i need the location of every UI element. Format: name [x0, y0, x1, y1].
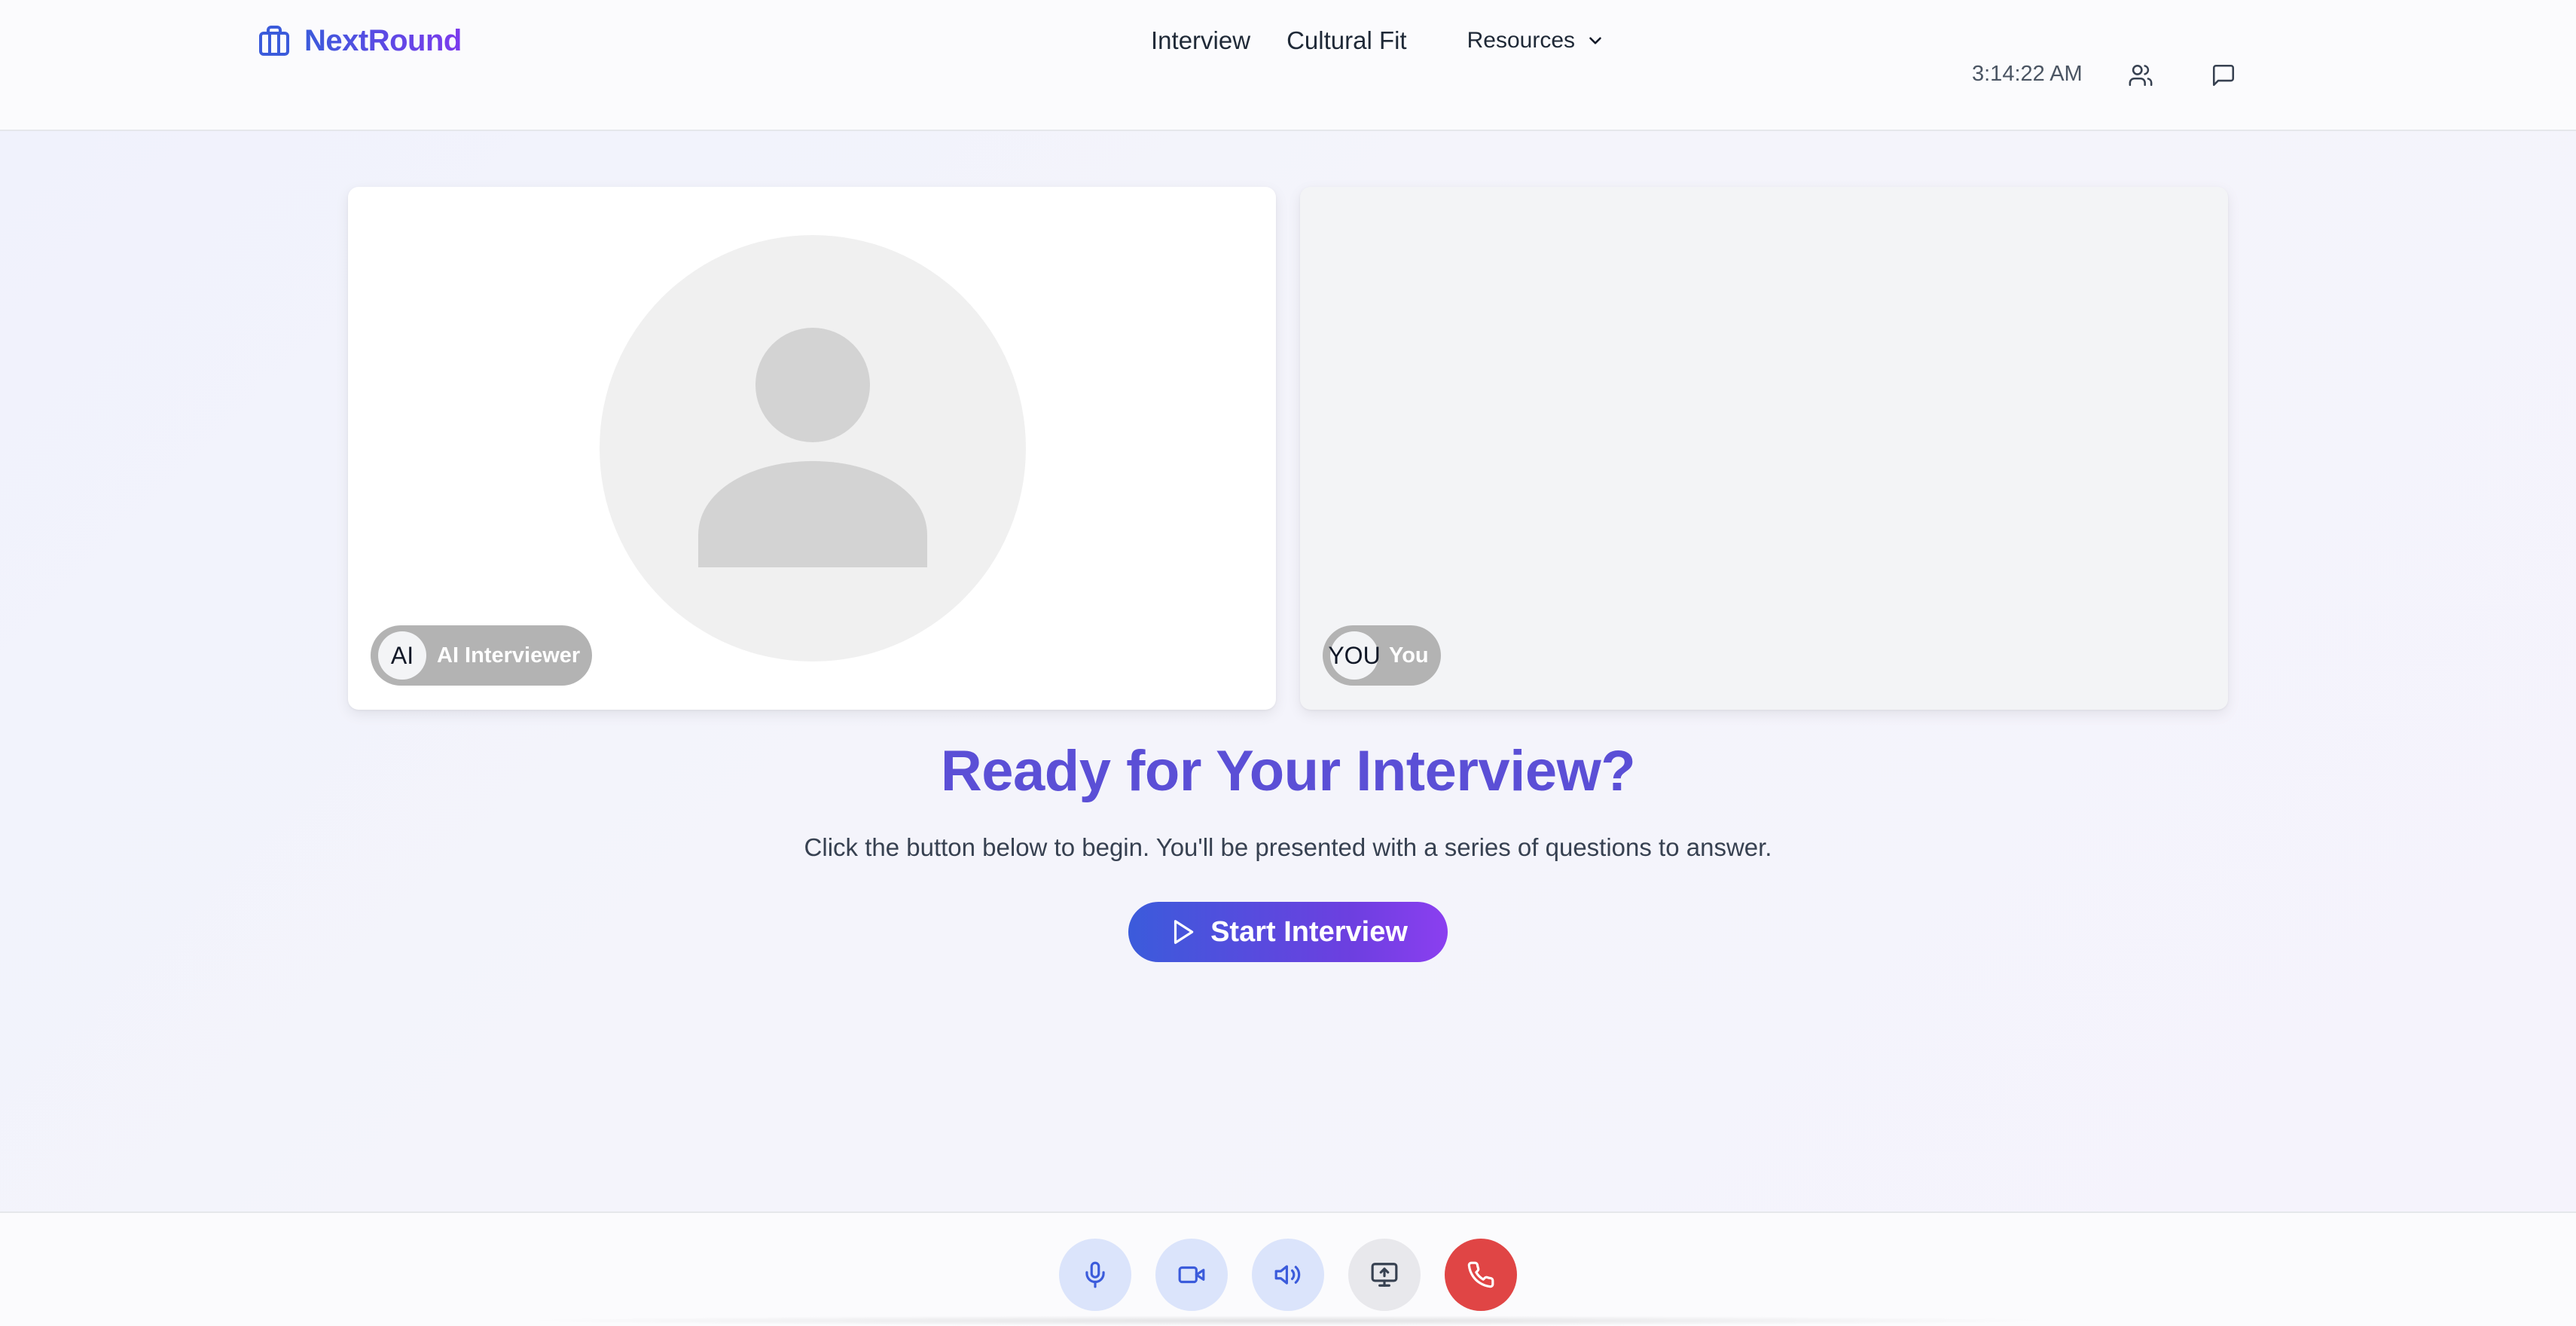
brand-name: NextRound: [304, 23, 462, 57]
user-video-panel: YOU You: [1300, 187, 2228, 710]
message-icon: [2212, 64, 2235, 87]
screen-share-icon: [1371, 1263, 1398, 1287]
main-nav: Interview Cultural Fit Resources: [1151, 23, 1605, 59]
play-icon: [1174, 920, 1194, 944]
top-navbar: NextRound Interview Cultural Fit Resourc…: [0, 0, 2576, 131]
page-title: Ready for Your Interview?: [940, 739, 1636, 803]
users-icon: [2129, 64, 2153, 87]
video-camera-icon: [1178, 1266, 1205, 1284]
phone-end-icon: [1467, 1261, 1494, 1288]
ai-badge: AI: [378, 631, 426, 680]
start-interview-button[interactable]: Start Interview: [1128, 902, 1448, 962]
screen-share-button[interactable]: [1348, 1239, 1421, 1311]
user-name-tag: YOU You: [1323, 625, 1441, 686]
ai-name: AI Interviewer: [437, 643, 581, 668]
speaker-button[interactable]: [1252, 1239, 1324, 1311]
user-badge: YOU: [1328, 631, 1381, 680]
briefcase-icon: [259, 26, 289, 56]
speaker-icon: [1274, 1265, 1301, 1285]
ai-avatar: [600, 235, 1026, 661]
user-name: You: [1389, 643, 1429, 668]
ai-interviewer-video-panel: AI AI Interviewer: [348, 187, 1276, 710]
call-controls-bar: [0, 1211, 2576, 1326]
microphone-button[interactable]: [1059, 1239, 1131, 1311]
chevron-down-icon: [1589, 37, 1601, 44]
participants-button[interactable]: [2126, 60, 2156, 90]
resources-label: Resources: [1467, 28, 1576, 53]
chat-button[interactable]: [2208, 60, 2239, 90]
ai-name-tag: AI AI Interviewer: [371, 625, 593, 686]
resources-dropdown[interactable]: Resources: [1467, 28, 1605, 53]
end-call-button[interactable]: [1445, 1239, 1517, 1311]
bottom-edge-shadow: [512, 1315, 2064, 1326]
microphone-icon: [1085, 1261, 1105, 1288]
brand-logo[interactable]: NextRound: [256, 21, 462, 60]
nav-cultural-fit-link[interactable]: Cultural Fit: [1286, 26, 1407, 55]
start-interview-label: Start Interview: [1210, 915, 1408, 948]
camera-button[interactable]: [1155, 1239, 1228, 1311]
current-time: 3:14:22 AM: [1972, 62, 2083, 86]
user-placeholder-icon: [698, 328, 927, 567]
page-subtitle: Click the button below to begin. You'll …: [804, 833, 1772, 861]
nav-interview-link[interactable]: Interview: [1151, 26, 1250, 55]
